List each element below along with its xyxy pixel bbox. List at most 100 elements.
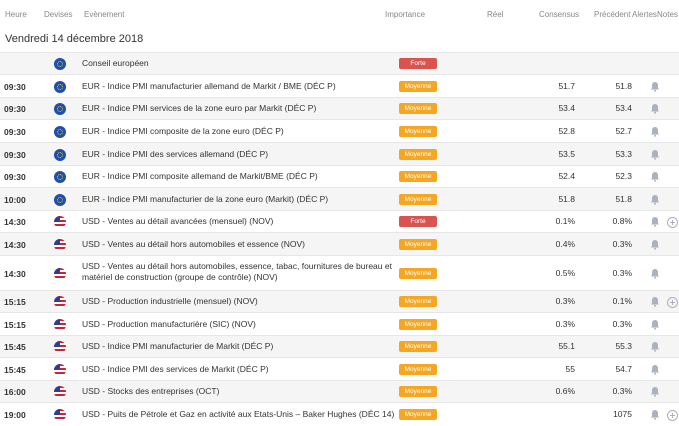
- table-row[interactable]: 16:00 USD - Stocks des entreprises (OCT) M…: [0, 380, 679, 403]
- table-row[interactable]: 09:30 EUR - Indice PMI composite de la zo…: [0, 119, 679, 143]
- event-title[interactable]: EUR - Indice PMI composite de la zone eu…: [82, 126, 284, 137]
- eu-flag-icon: [54, 81, 66, 93]
- table-row[interactable]: 14:30 USD - Ventes au détail hors automob…: [0, 255, 679, 291]
- bell-icon[interactable]: [650, 268, 661, 279]
- bell-icon[interactable]: [650, 194, 661, 205]
- consensus-value: 0.6%: [555, 386, 575, 396]
- event-title[interactable]: EUR - Indice PMI des services allemand (…: [82, 149, 268, 160]
- event-title[interactable]: EUR - Indice PMI manufacturier allemand …: [82, 81, 336, 92]
- importance-badge: Moyenne: [399, 149, 437, 160]
- bell-icon[interactable]: [650, 364, 661, 375]
- event-time: 09:30: [4, 104, 26, 114]
- importance-badge: Moyenne: [399, 81, 437, 92]
- add-note-icon[interactable]: [667, 410, 678, 421]
- event-title-line: EUR - Indice PMI manufacturier allemand …: [82, 81, 336, 91]
- table-row[interactable]: 10:00 EUR - Indice PMI manufacturier de l…: [0, 187, 679, 211]
- bell-icon[interactable]: [650, 341, 661, 352]
- previous-value: 1075: [613, 409, 632, 419]
- importance-badge: Moyenne: [399, 409, 437, 420]
- us-flag-icon: [54, 239, 66, 251]
- bell-icon[interactable]: [650, 386, 661, 397]
- table-row[interactable]: 15:45 USD - Indice PMI manufacturier de M…: [0, 335, 679, 358]
- consensus-value: 53.4: [558, 103, 575, 113]
- event-title-line: USD - Production industrielle (mensuel) …: [82, 296, 258, 306]
- event-title-line: USD - Puits de Pétrole et Gaz en activit…: [82, 409, 395, 419]
- bell-icon[interactable]: [650, 409, 661, 420]
- column-event: Evènement: [84, 10, 125, 19]
- event-title[interactable]: USD - Indice PMI manufacturier de Markit…: [82, 341, 273, 352]
- us-flag-icon: [54, 409, 66, 421]
- table-row[interactable]: 09:30 EUR - Indice PMI des services allem…: [0, 142, 679, 166]
- table-row[interactable]: 09:30 EUR - Indice PMI manufacturier alle…: [0, 74, 679, 98]
- event-time: 16:00: [4, 387, 26, 397]
- event-title-line: matériel de construction (groupe de cont…: [82, 272, 278, 282]
- event-time: 09:30: [4, 127, 26, 137]
- us-flag-icon: [54, 319, 66, 331]
- event-title[interactable]: USD - Production manufacturière (SIC) (N…: [82, 319, 256, 330]
- event-title-line: EUR - Indice PMI des services allemand (…: [82, 149, 269, 159]
- event-title[interactable]: EUR - Indice PMI manufacturier de la zon…: [82, 194, 328, 205]
- importance-badge: Moyenne: [399, 103, 437, 114]
- event-title[interactable]: Conseil européen: [82, 58, 149, 69]
- bell-icon[interactable]: [650, 296, 661, 307]
- bell-icon[interactable]: [650, 126, 661, 137]
- eu-flag-icon: [54, 149, 66, 161]
- event-title-line: USD - Indice PMI des services de Markit …: [82, 364, 269, 374]
- table-row[interactable]: 15:45 USD - Indice PMI des services de Ma…: [0, 357, 679, 381]
- event-title[interactable]: USD - Stocks des entreprises (OCT): [82, 386, 219, 397]
- previous-value: 0.8%: [612, 216, 632, 226]
- consensus-value: 53.5: [558, 149, 575, 159]
- event-time: 14:30: [4, 217, 26, 227]
- event-title[interactable]: USD - Ventes au détail avancées (mensuel…: [82, 216, 273, 227]
- importance-badge: Moyenne: [399, 268, 437, 279]
- bell-icon[interactable]: [650, 149, 661, 160]
- previous-value: 53.3: [615, 149, 632, 159]
- table-row[interactable]: 14:30 USD - Ventes au détail hors automob…: [0, 232, 679, 256]
- table-row[interactable]: 09:30 EUR - Indice PMI services de la zon…: [0, 97, 679, 120]
- importance-badge: Moyenne: [399, 194, 437, 205]
- event-title[interactable]: USD - Ventes au détail hors automobiles,…: [82, 261, 392, 283]
- table-row[interactable]: 19:00 USD - Puits de Pétrole et Gaz en ac…: [0, 402, 679, 426]
- bell-icon[interactable]: [650, 216, 661, 227]
- consensus-value: 0.5%: [555, 268, 575, 278]
- us-flag-icon: [54, 386, 66, 398]
- importance-badge: Forte: [399, 58, 437, 69]
- event-time: 15:15: [4, 297, 26, 307]
- column-actual: Réel: [487, 10, 504, 19]
- bell-icon[interactable]: [650, 239, 661, 250]
- event-title-line: USD - Ventes au détail avancées (mensuel…: [82, 216, 274, 226]
- event-title[interactable]: USD - Indice PMI des services de Markit …: [82, 364, 269, 375]
- consensus-value: 52.8: [558, 126, 575, 136]
- event-time: 19:00: [4, 410, 26, 420]
- event-title[interactable]: USD - Production industrielle (mensuel) …: [82, 296, 258, 307]
- importance-badge: Moyenne: [399, 171, 437, 182]
- table-row[interactable]: 09:30 EUR - Indice PMI composite allemand…: [0, 165, 679, 188]
- table-row[interactable]: 15:15 USD - Production manufacturière (SI…: [0, 312, 679, 336]
- previous-value: 52.7: [615, 126, 632, 136]
- event-title[interactable]: USD - Puits de Pétrole et Gaz en activit…: [82, 409, 394, 420]
- table-row[interactable]: Conseil européen Forte: [0, 52, 679, 75]
- consensus-value: 55.1: [558, 341, 575, 351]
- column-previous: Précédent: [594, 10, 631, 19]
- consensus-value: 52.4: [558, 171, 575, 181]
- event-title[interactable]: EUR - Indice PMI composite allemand de M…: [82, 171, 318, 182]
- event-title[interactable]: EUR - Indice PMI services de la zone eur…: [82, 103, 316, 114]
- bell-icon[interactable]: [650, 81, 661, 92]
- importance-badge: Moyenne: [399, 364, 437, 375]
- us-flag-icon: [54, 341, 66, 353]
- add-note-icon[interactable]: [667, 297, 678, 308]
- importance-badge: Moyenne: [399, 341, 437, 352]
- event-time: 10:00: [4, 195, 26, 205]
- table-row[interactable]: 14:30 USD - Ventes au détail avancées (me…: [0, 210, 679, 233]
- bell-icon[interactable]: [650, 171, 661, 182]
- bell-icon[interactable]: [650, 103, 661, 114]
- bell-icon[interactable]: [650, 319, 661, 330]
- eu-flag-icon: [54, 103, 66, 115]
- event-title[interactable]: USD - Ventes au détail hors automobiles …: [82, 239, 305, 250]
- add-note-icon[interactable]: [667, 217, 678, 228]
- eu-flag-icon: [54, 171, 66, 183]
- consensus-value: 0.3%: [555, 319, 575, 329]
- previous-value: 51.8: [615, 194, 632, 204]
- table-row[interactable]: 15:15 USD - Production industrielle (mens…: [0, 290, 679, 313]
- previous-value: 53.4: [615, 103, 632, 113]
